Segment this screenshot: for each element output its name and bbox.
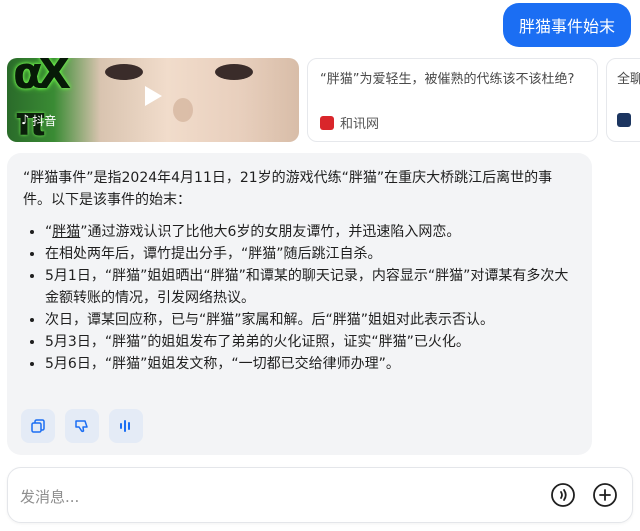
- voice-call-button[interactable]: [549, 481, 577, 509]
- source-card-footer: 和讯网: [320, 113, 379, 132]
- plus-icon: [593, 483, 617, 507]
- answer-intro: “胖猫事件”是指2024年4月11日，21岁的游戏代练“胖猫”在重庆大桥跳江后离…: [23, 170, 553, 208]
- hexun-icon: [320, 115, 334, 130]
- pangmao-link[interactable]: 胖猫: [52, 224, 80, 240]
- list-item: 5月3日，“胖猫”的姐姐发布了弟弟的火化证照，证实“胖猫”已火化。: [45, 331, 576, 353]
- list-item: 在相处两年后，谭竹提出分手，“胖猫”随后跳江自杀。: [45, 243, 576, 265]
- thumbs-down-icon: [75, 420, 88, 433]
- read-aloud-button[interactable]: [109, 409, 143, 443]
- add-button[interactable]: [591, 481, 619, 509]
- source-card-footer: [617, 113, 631, 127]
- dislike-button[interactable]: [65, 409, 99, 443]
- douyin-icon: ♪: [21, 113, 30, 128]
- message-input[interactable]: [18, 482, 522, 512]
- list-item: 5月6日，“胖猫”姐姐发文称，“一切都已交给律师办理”。: [45, 353, 576, 375]
- voice-icon: [551, 483, 575, 507]
- source-card-title: 全聊: [617, 72, 640, 87]
- list-item: 次日，谭某回应称，已与“胖猫”家属和解。后“胖猫”姐姐对此表示否认。: [45, 309, 576, 331]
- audio-wave-icon: [120, 420, 130, 432]
- user-message-bubble: 胖猫事件始末: [502, 3, 631, 47]
- video-thumbnail-text: αX: [13, 58, 71, 99]
- list-item-text: ”通过游戏认识了比他大6岁的女朋友谭竹，并迅速陷入网恋。: [80, 224, 461, 240]
- source-icon: [617, 113, 631, 127]
- douyin-badge: ♪ 抖音: [21, 112, 56, 129]
- message-input-bar: [7, 467, 633, 523]
- answer-bubble: “胖猫事件”是指2024年4月11日，21岁的游戏代练“胖猫”在重庆大桥跳江后离…: [7, 153, 592, 455]
- thumbnail-eye: [215, 64, 253, 80]
- play-icon[interactable]: [145, 86, 162, 106]
- copy-icon: [31, 419, 45, 433]
- thumbnail-eye: [105, 64, 143, 80]
- source-card-title: “胖猫”为爱轻生，被催熟的代练该不该杜绝?: [320, 72, 575, 87]
- list-item: 5月1日，“胖猫”姐姐晒出“胖猫”和谭某的聊天记录，内容显示“胖猫”对谭某有多次…: [45, 265, 576, 309]
- copy-button[interactable]: [21, 409, 55, 443]
- user-message-text: 胖猫事件始末: [518, 17, 615, 36]
- source-card-partial[interactable]: 全聊: [606, 58, 640, 142]
- source-card-name: 和讯网: [340, 117, 380, 132]
- source-cards: αX π ♪ 抖音 “胖猫”为爱轻生，被催熟的代练该不该杜绝? 和讯网 全聊: [0, 58, 640, 142]
- thumbnail-nose: [173, 98, 193, 122]
- video-source-card[interactable]: αX π ♪ 抖音: [7, 58, 299, 142]
- video-source-name: 抖音: [32, 114, 57, 128]
- event-list: “胖猫”通过游戏认识了比他大6岁的女朋友谭竹，并迅速陷入网恋。 在相处两年后，谭…: [23, 221, 576, 375]
- source-card-hexun[interactable]: “胖猫”为爱轻生，被催熟的代练该不该杜绝? 和讯网: [307, 58, 598, 142]
- list-item: “胖猫”通过游戏认识了比他大6岁的女朋友谭竹，并迅速陷入网恋。: [45, 221, 576, 243]
- answer-actions: [21, 409, 143, 443]
